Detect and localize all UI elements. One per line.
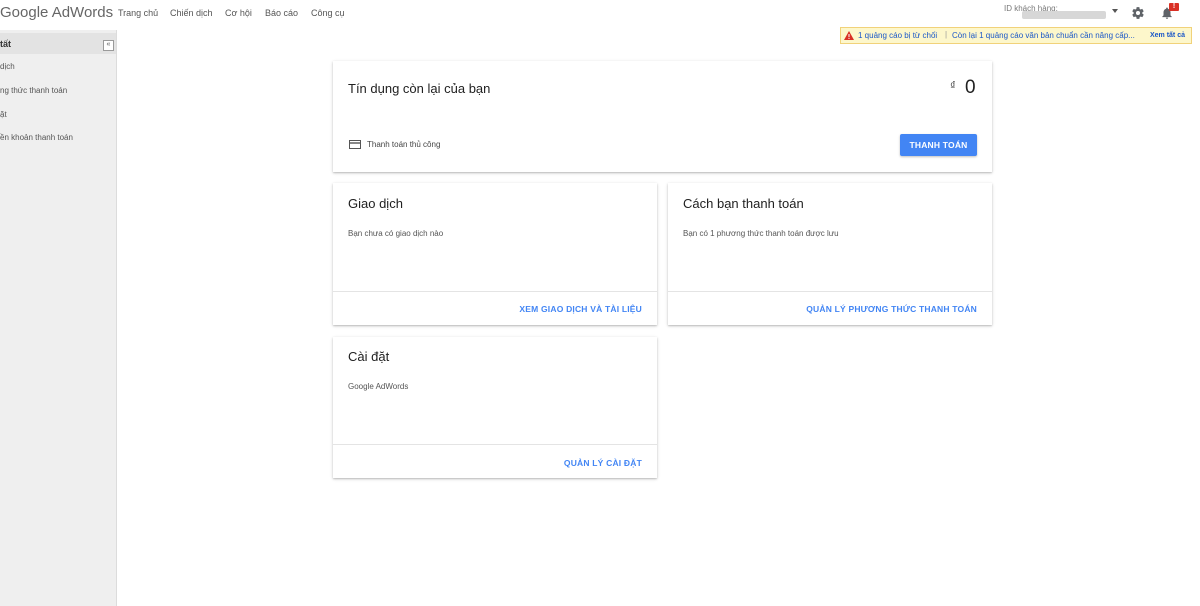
pay-button[interactable]: THANH TOÁN bbox=[900, 134, 977, 156]
warning-icon bbox=[844, 31, 854, 40]
sidebar-item-settings[interactable]: ặt bbox=[0, 110, 7, 119]
gear-icon[interactable] bbox=[1131, 6, 1145, 20]
sidebar-item-payment-terms[interactable]: ền khoản thanh toán bbox=[0, 133, 73, 142]
payment-methods-text: Bạn có 1 phương thức thanh toán được lưu bbox=[683, 229, 839, 238]
payment-type-label: Thanh toán thủ công bbox=[367, 140, 441, 149]
settings-card: Cài đặt Google AdWords QUẢN LÝ CÀI ĐẶT bbox=[333, 337, 657, 478]
view-all-link[interactable]: Xem tất cả bbox=[1150, 32, 1185, 39]
sidebar-header: tất « bbox=[0, 33, 116, 54]
notification-badge: ! bbox=[1169, 3, 1179, 11]
nav-tools[interactable]: Công cụ bbox=[311, 8, 345, 18]
nav-opportunities[interactable]: Cơ hội bbox=[225, 8, 252, 18]
sidebar-item-payment-methods[interactable]: ng thức thanh toán bbox=[0, 86, 67, 95]
currency-symbol: ₫ bbox=[950, 80, 956, 92]
alert-separator: | bbox=[945, 30, 948, 39]
collapse-sidebar-icon[interactable]: « bbox=[103, 40, 114, 51]
payment-methods-title: Cách bạn thanh toán bbox=[683, 196, 804, 211]
credit-amount: 0 bbox=[965, 77, 976, 98]
adwords-logo[interactable]: Google AdWords bbox=[0, 4, 113, 21]
credit-title: Tín dụng còn lại của bạn bbox=[348, 81, 491, 96]
sidebar-item-transactions[interactable]: dịch bbox=[0, 62, 15, 71]
transactions-text: Bạn chưa có giao dịch nào bbox=[348, 229, 444, 238]
alert-disapproved-link[interactable]: 1 quảng cáo bị từ chối bbox=[858, 31, 937, 40]
nav-campaigns[interactable]: Chiến dịch bbox=[170, 8, 213, 18]
card-divider bbox=[333, 444, 657, 445]
credit-card: Tín dụng còn lại của bạn ₫ 0 Thanh toán … bbox=[333, 61, 992, 172]
top-bar: Google AdWords Trang chủ Chiến dịch Cơ h… bbox=[0, 0, 1200, 30]
sidebar: tất « dịch ng thức thanh toán ặt ền khoả… bbox=[0, 30, 117, 606]
manage-payment-methods-link[interactable]: QUẢN LÝ PHƯƠNG THỨC THANH TOÁN bbox=[806, 304, 977, 314]
alert-banner: 1 quảng cáo bị từ chối | Còn lại 1 quảng… bbox=[840, 27, 1192, 44]
view-transactions-link[interactable]: XEM GIAO DỊCH VÀ TÀI LIỆU bbox=[519, 304, 642, 314]
card-divider bbox=[333, 291, 657, 292]
manage-settings-link[interactable]: QUẢN LÝ CÀI ĐẶT bbox=[564, 458, 642, 468]
card-divider bbox=[668, 291, 992, 292]
chevron-down-icon[interactable] bbox=[1112, 9, 1118, 13]
settings-title: Cài đặt bbox=[348, 349, 390, 364]
customer-id-value bbox=[1022, 11, 1106, 19]
payment-methods-card: Cách bạn thanh toán Bạn có 1 phương thức… bbox=[668, 183, 992, 325]
nav-home[interactable]: Trang chủ bbox=[118, 8, 158, 18]
alert-upgrade-link[interactable]: Còn lại 1 quảng cáo văn bản chuẩn cần nâ… bbox=[952, 31, 1135, 40]
settings-text: Google AdWords bbox=[348, 382, 409, 391]
nav-reports[interactable]: Báo cáo bbox=[265, 8, 298, 18]
credit-card-icon bbox=[349, 140, 361, 149]
sidebar-header-label[interactable]: tất bbox=[0, 39, 11, 49]
transactions-card: Giao dịch Bạn chưa có giao dịch nào XEM … bbox=[333, 183, 657, 325]
transactions-title: Giao dịch bbox=[348, 196, 403, 211]
